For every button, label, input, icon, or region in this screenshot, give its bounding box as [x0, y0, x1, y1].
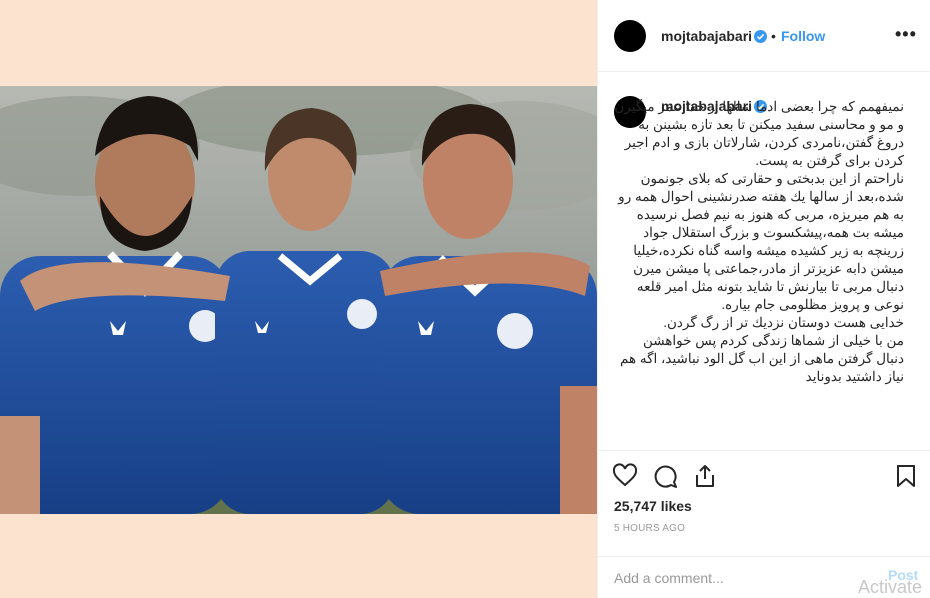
share-icon[interactable] — [692, 463, 718, 489]
likes-count[interactable]: 25,747 likes — [614, 498, 692, 514]
action-bar: 25,747 likes 5 HOURS AGO — [598, 450, 930, 556]
photo-illustration — [0, 86, 597, 514]
header-username[interactable]: mojtabajabari — [661, 28, 752, 44]
photo-pane — [0, 0, 597, 598]
follow-button[interactable]: Follow — [781, 28, 825, 44]
separator-dot: • — [771, 28, 776, 44]
add-comment-bar: Post Activate — [598, 556, 930, 598]
activate-watermark: Activate — [858, 577, 923, 597]
caption-text: نمیفهمم که چرا بعضی ادما سالها از خدا عم… — [614, 99, 904, 384]
avatar[interactable] — [614, 20, 646, 52]
verified-badge-icon — [754, 30, 767, 43]
timestamp[interactable]: 5 HOURS AGO — [614, 523, 685, 534]
comment-input[interactable] — [612, 566, 856, 590]
comment-icon[interactable] — [652, 463, 678, 489]
post-photo[interactable] — [0, 86, 597, 514]
post-sidebar: mojtabajabari • Follow ••• mojtabajabari… — [597, 0, 930, 598]
heart-icon[interactable] — [612, 463, 638, 489]
post-header: mojtabajabari • Follow ••• — [598, 0, 930, 72]
comments-area[interactable]: mojtabajabari نمیفهمم که چرا بعضی ادما س… — [598, 72, 930, 450]
more-options-icon[interactable]: ••• — [895, 24, 917, 45]
bookmark-icon[interactable] — [893, 463, 919, 489]
